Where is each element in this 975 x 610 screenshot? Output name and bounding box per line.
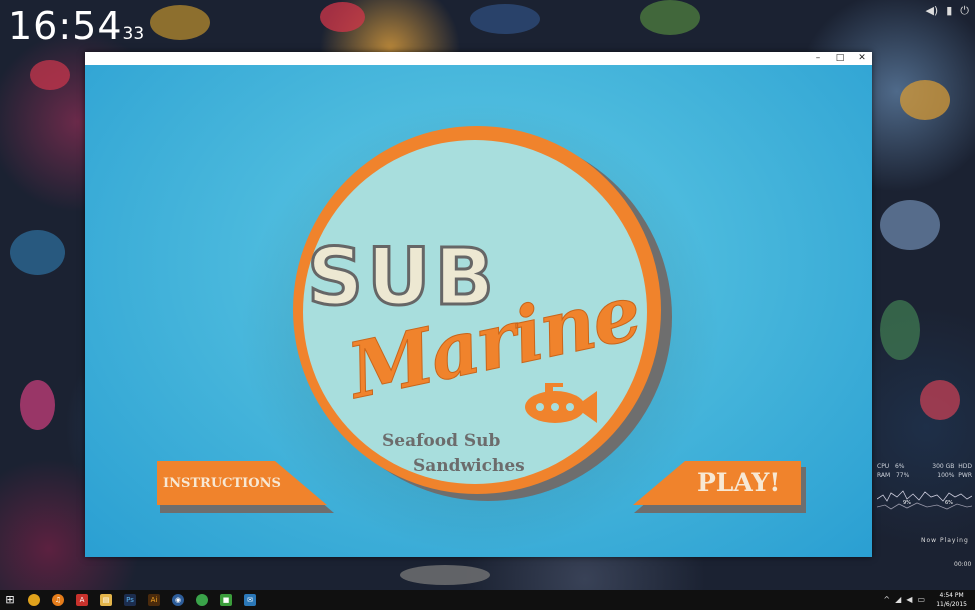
taskbar-date: 11/6/2015 xyxy=(936,601,967,608)
now-playing-time: 00:00 xyxy=(954,561,972,568)
close-button[interactable]: ✕ xyxy=(852,52,872,65)
ram-value: 77% xyxy=(895,472,910,479)
volume-icon: ◀) xyxy=(925,4,939,17)
instructions-button[interactable]: INSTRUCTIONS xyxy=(157,461,327,505)
desktop-clock: 16:5433 xyxy=(8,4,144,48)
network-icon[interactable]: ◢ xyxy=(895,595,901,604)
cpu-value: 6% xyxy=(894,463,905,470)
play-button[interactable]: PLAY! xyxy=(633,461,801,505)
power-icon: ⏻ xyxy=(960,4,969,17)
windows-start-icon[interactable]: ⊞ xyxy=(0,590,20,610)
chevron-up-icon[interactable]: ^ xyxy=(883,595,890,604)
tagline-line1: Seafood Sub xyxy=(382,431,501,451)
taskbar-clock[interactable]: 4:54 PM 11/6/2015 xyxy=(936,591,967,609)
photoshop-icon[interactable]: Ps xyxy=(120,590,140,610)
clock-seconds: 33 xyxy=(122,24,145,44)
system-tray: ^ ◢ ◀ ▭ xyxy=(883,595,925,604)
graph-right-value: 6% xyxy=(945,500,953,506)
instructions-button-label: INSTRUCTIONS xyxy=(163,476,281,491)
window-titlebar[interactable]: – □ ✕ xyxy=(85,52,872,65)
game-canvas: SUB Marine Seafood Sub Sandwiches INSTRU… xyxy=(85,65,872,557)
pwr-value: 100% xyxy=(937,472,955,479)
steam-icon[interactable]: ◉ xyxy=(168,590,188,610)
speaker-icon[interactable]: ◀ xyxy=(906,595,912,604)
clock-hours-minutes: 16:54 xyxy=(8,4,123,48)
graph-left-value: 9% xyxy=(903,500,911,506)
ram-label: RAM xyxy=(877,472,891,479)
taskbar-time: 4:54 PM xyxy=(939,592,964,599)
now-playing-label: Now Playing xyxy=(921,537,969,544)
file-explorer-icon[interactable]: ▤ xyxy=(96,590,116,610)
minimize-button[interactable]: – xyxy=(808,52,828,65)
top-status-icons: ◀) ▮ ⏻ xyxy=(925,4,969,18)
battery-icon: ▮ xyxy=(946,4,953,17)
game-window: – □ ✕ SUB Marine Seafood Sub Sandwiches … xyxy=(85,52,872,557)
evernote-icon[interactable] xyxy=(192,590,212,610)
mail-icon[interactable]: ✉ xyxy=(240,590,260,610)
illustrator-icon[interactable]: Ai xyxy=(144,590,164,610)
hdd-value: 300 GB xyxy=(932,463,955,470)
headphones-icon[interactable]: ♫ xyxy=(48,590,68,610)
greenshot-icon[interactable]: ■ xyxy=(216,590,236,610)
usage-graph: 9% 6% xyxy=(876,490,973,510)
chrome-icon[interactable] xyxy=(24,590,44,610)
notification-icon[interactable]: ▭ xyxy=(917,595,925,604)
maximize-button[interactable]: □ xyxy=(830,52,850,65)
tagline-line2: Sandwiches xyxy=(413,456,525,476)
system-monitor-widget: CPU 6% 300 GB HDD RAM 77% 100% PWR 9% 6% xyxy=(876,463,973,515)
pwr-label: PWR xyxy=(958,472,972,479)
cpu-label: CPU xyxy=(877,463,890,470)
play-button-label: PLAY! xyxy=(697,468,781,497)
acrobat-icon[interactable]: A xyxy=(72,590,92,610)
hdd-label: HDD xyxy=(958,463,972,470)
taskbar: ⊞ ♫ A ▤ Ps Ai ◉ ■ ✉ ^ ◢ ◀ ▭ 4:54 PM 11/6… xyxy=(0,590,975,610)
